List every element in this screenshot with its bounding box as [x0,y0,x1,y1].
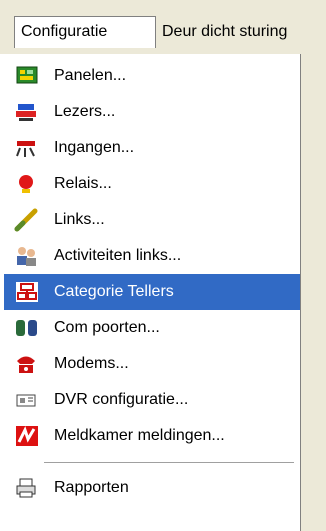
dvr-icon [14,388,40,412]
menu-item-label: Modems... [54,355,129,372]
menu-item-ingangen[interactable]: Ingangen... [4,130,300,166]
activity-links-icon [14,244,40,268]
menu-item-label: Lezers... [54,103,116,120]
menu-separator [44,462,294,464]
menu-item-com-poorten[interactable]: Com poorten... [4,310,300,346]
menu-item-label: Ingangen... [54,139,135,156]
printer-icon [14,476,40,500]
configuratie-dropdown-menu: Panelen... Lezers... Ingangen... Relais.… [0,54,301,531]
category-counters-icon [14,280,40,304]
menu-configuratie[interactable]: Configuratie [14,16,156,48]
reader-icon [14,100,40,124]
menu-deur-dicht-sturing[interactable]: Deur dicht sturing [162,16,287,48]
menu-item-lezers[interactable]: Lezers... [4,94,300,130]
menu-item-label: Relais... [54,175,112,192]
relay-icon [14,172,40,196]
com-ports-icon [14,316,40,340]
menu-item-label: Meldkamer meldingen... [54,427,225,444]
modem-icon [14,352,40,376]
menu-item-modems[interactable]: Modems... [4,346,300,382]
menu-item-panelen[interactable]: Panelen... [4,58,300,94]
link-icon [14,208,40,232]
menu-item-activiteiten-links[interactable]: Activiteiten links... [4,238,300,274]
menu-item-links[interactable]: Links... [4,202,300,238]
menu-item-dvr-configuratie[interactable]: DVR configuratie... [4,382,300,418]
menu-item-label: Rapporten [54,479,129,496]
menu-item-label: Com poorten... [54,319,160,336]
menu-item-label: DVR configuratie... [54,391,189,408]
menu-item-label: Activiteiten links... [54,247,182,264]
menu-item-label: Panelen... [54,67,127,84]
menu-item-label: Categorie Tellers [54,283,174,300]
menu-item-relais[interactable]: Relais... [4,166,300,202]
panel-icon [14,64,40,88]
menu-bar: Configuratie Deur dicht sturing [0,0,326,54]
menu-item-rapporten[interactable]: Rapporten [4,470,300,506]
menu-item-meldkamer-meldingen[interactable]: Meldkamer meldingen... [4,418,300,454]
menu-item-categorie-tellers[interactable]: Categorie Tellers [4,274,300,310]
input-icon [14,136,40,160]
menu-item-label: Links... [54,211,105,228]
alarm-center-icon [14,424,40,448]
